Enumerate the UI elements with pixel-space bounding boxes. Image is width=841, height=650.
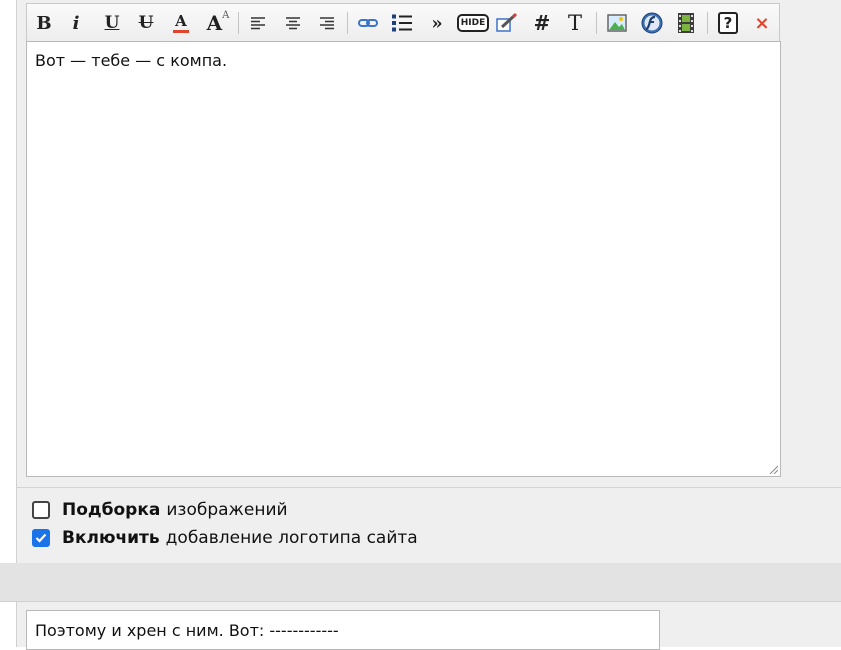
check-icon [35,533,47,543]
site-logo-checkbox[interactable] [32,529,50,547]
site-logo-label-bold: Включить [62,528,160,548]
film-icon [678,13,694,33]
text-icon: T [567,11,582,35]
font-color-swatch [173,29,189,33]
align-left-icon [251,17,265,30]
toolbar-separator [347,12,348,34]
toolbar-separator [238,12,239,34]
bottom-row: Поэтому и хрен с ним. Вот: ------------ [17,602,841,650]
resize-handle-icon[interactable] [768,464,778,474]
bottom-text: Поэтому и хрен с ним. Вот: ------------ [35,621,339,640]
align-center-button[interactable] [280,10,306,36]
hash-button[interactable]: # [529,10,555,36]
help-icon: ? [717,12,739,34]
bold-button[interactable]: B [31,10,57,36]
section-divider [0,563,841,602]
image-gallery-checkbox[interactable] [32,501,50,519]
message-textarea[interactable]: Вот — тебе — с компа. [26,41,781,477]
underline-button[interactable]: U [99,10,125,36]
clear-button[interactable]: × [749,10,775,36]
options-panel: Подборка изображений Включить добавление… [17,488,841,563]
hash-icon: # [533,11,551,35]
site-logo-option[interactable]: Включить добавление логотипа сайта [32,528,418,548]
align-center-icon [286,17,300,30]
strikethrough-button[interactable]: U [133,10,159,36]
font-color-icon: A [175,11,187,30]
image-gallery-label: изображений [166,500,288,520]
help-button[interactable]: ? [715,10,741,36]
edit-icon [496,13,518,32]
align-left-button[interactable] [245,10,271,36]
font-size-button[interactable]: A A [205,10,231,36]
editor-toolbar: B i U U A A A » HIDE # T ? × [26,3,780,41]
image-button[interactable] [604,10,630,36]
message-text: Вот — тебе — с компа. [35,51,228,70]
site-logo-label: добавление логотипа сайта [165,528,418,548]
font-size-small-icon: A [222,9,230,21]
link-button[interactable] [355,10,381,36]
italic-icon: i [72,12,80,34]
left-gutter [0,0,17,647]
bold-icon: B [36,12,52,34]
flash-button[interactable] [639,10,665,36]
toolbar-separator [596,12,597,34]
quote-button[interactable]: » [424,10,450,36]
hide-button[interactable]: HIDE [456,10,490,36]
strikethrough-icon: U [138,13,154,33]
hide-icon: HIDE [456,14,490,32]
toolbar-separator [707,12,708,34]
close-icon: × [754,12,770,34]
quote-icon: » [431,12,443,34]
font-color-button[interactable]: A [168,10,194,36]
link-icon [358,19,378,27]
image-gallery-option[interactable]: Подборка изображений [32,500,288,520]
list-icon [392,14,412,32]
underline-icon: U [104,13,120,33]
align-right-button[interactable] [314,10,340,36]
image-gallery-label-bold: Подборка [62,500,161,520]
flash-icon [641,12,663,34]
bottom-text-field[interactable]: Поэтому и хрен с ним. Вот: ------------ [26,610,660,650]
image-icon [607,14,627,32]
font-size-icon: A [206,11,223,35]
video-button[interactable] [673,10,699,36]
edit-button[interactable] [494,10,520,36]
list-button[interactable] [389,10,415,36]
italic-button[interactable]: i [63,10,89,36]
align-right-icon [320,17,334,30]
text-button[interactable]: T [562,10,588,36]
